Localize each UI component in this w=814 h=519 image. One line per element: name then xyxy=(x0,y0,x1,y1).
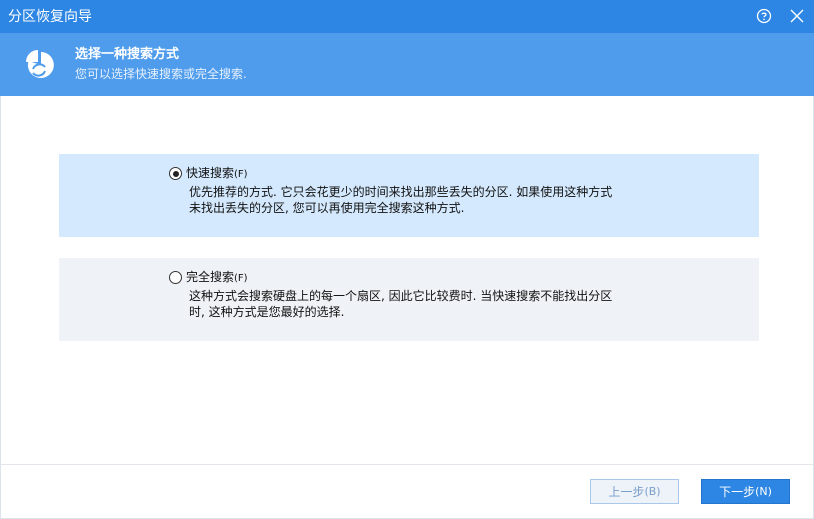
wizard-footer: 上一步 (B) 下一步 (N) xyxy=(0,464,814,519)
full-search-mnemonic: (F) xyxy=(234,273,248,284)
wizard-content: 快速搜索(F) 优先推荐的方式. 它只会花更少的时间来找出那些丢失的分区. 如果… xyxy=(0,96,814,464)
previous-button-mnemonic: (B) xyxy=(644,485,661,498)
close-button[interactable] xyxy=(785,4,809,28)
option-quick-search[interactable]: 快速搜索(F) 优先推荐的方式. 它只会花更少的时间来找出那些丢失的分区. 如果… xyxy=(59,154,759,237)
full-search-desc-line-1: 这种方式会搜索硬盘上的每一个扇区, 因此它比较费时. 当快速搜索不能找出分区 xyxy=(189,289,613,303)
wizard-header: 选择一种搜索方式 您可以选择快速搜索或完全搜索. xyxy=(0,33,814,96)
quick-search-label[interactable]: 快速搜索(F) xyxy=(186,165,248,183)
quick-search-radio[interactable] xyxy=(169,167,182,180)
full-search-label[interactable]: 完全搜索(F) xyxy=(186,269,248,287)
window-title: 分区恢复向导 xyxy=(8,9,92,25)
next-button-label: 下一步 xyxy=(719,485,756,499)
quick-search-mnemonic: (F) xyxy=(234,169,248,180)
option-full-search[interactable]: 完全搜索(F) 这种方式会搜索硬盘上的每一个扇区, 因此它比较费时. 当快速搜索… xyxy=(59,258,759,341)
help-button[interactable] xyxy=(752,4,776,28)
full-search-text: 完全搜索 xyxy=(186,270,235,284)
next-button-mnemonic: (N) xyxy=(755,485,772,498)
next-button[interactable]: 下一步 (N) xyxy=(701,479,790,504)
partition-recovery-icon xyxy=(26,50,54,78)
quick-search-desc-line-2: 未找出丢失的分区, 您可以再使用完全搜索这种方式. xyxy=(189,201,465,215)
quick-search-description: 优先推荐的方式. 它只会花更少的时间来找出那些丢失的分区. 如果使用这种方式 未… xyxy=(189,184,699,216)
full-search-radio[interactable] xyxy=(169,271,182,284)
close-icon xyxy=(790,9,804,23)
quick-search-desc-line-1: 优先推荐的方式. 它只会花更少的时间来找出那些丢失的分区. 如果使用这种方式 xyxy=(189,185,613,199)
full-search-desc-line-2: 时, 这种方式是您最好的选择. xyxy=(189,305,345,319)
radio-selected-dot xyxy=(172,170,179,177)
full-search-description: 这种方式会搜索硬盘上的每一个扇区, 因此它比较费时. 当快速搜索不能找出分区 时… xyxy=(189,288,699,320)
previous-button[interactable]: 上一步 (B) xyxy=(590,479,679,504)
quick-search-text: 快速搜索 xyxy=(186,166,235,180)
previous-button-label: 上一步 xyxy=(608,485,645,499)
title-bar: 分区恢复向导 xyxy=(0,0,814,33)
header-subtitle: 您可以选择快速搜索或完全搜索. xyxy=(75,67,247,81)
help-circle-icon xyxy=(756,8,772,24)
header-title: 选择一种搜索方式 xyxy=(75,47,180,62)
